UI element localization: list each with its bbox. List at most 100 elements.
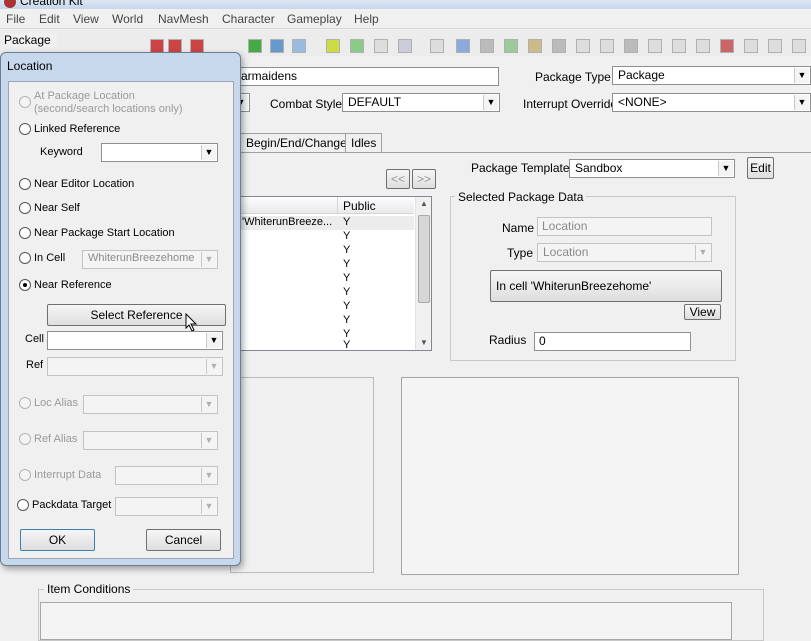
toolbar-icon[interactable] bbox=[528, 39, 542, 53]
menu-file[interactable]: File bbox=[6, 12, 25, 26]
chevron-down-icon[interactable]: ▼ bbox=[695, 245, 710, 260]
scroll-up-icon[interactable]: ▲ bbox=[420, 199, 428, 208]
table-row[interactable]: Y bbox=[237, 230, 414, 244]
nav-prev-button[interactable]: << bbox=[386, 169, 410, 189]
toolbar-icon[interactable] bbox=[374, 39, 388, 53]
chevron-down-icon[interactable]: ▼ bbox=[794, 95, 809, 110]
toolbar-icon[interactable] bbox=[576, 39, 590, 53]
menu-help[interactable]: Help bbox=[354, 12, 379, 26]
table-row[interactable]: Y bbox=[237, 258, 414, 272]
list-header-name[interactable] bbox=[237, 197, 338, 214]
radio-near-reference[interactable] bbox=[19, 279, 31, 291]
toolbar-icon[interactable] bbox=[270, 39, 284, 53]
location-button[interactable]: In cell 'WhiterunBreezehome' bbox=[490, 270, 722, 302]
chevron-down-icon[interactable]: ▼ bbox=[201, 468, 216, 483]
cancel-button[interactable]: Cancel bbox=[146, 529, 221, 551]
toolbar-icon[interactable] bbox=[720, 39, 734, 53]
list-scrollbar[interactable]: ▲ ▼ bbox=[415, 197, 431, 350]
radio-ref-alias[interactable] bbox=[19, 433, 31, 445]
chevron-down-icon[interactable]: ▼ bbox=[206, 359, 221, 374]
menu-navmesh[interactable]: NavMesh bbox=[158, 12, 209, 26]
toolbar-icon[interactable] bbox=[326, 39, 340, 53]
loc-alias-select[interactable]: ▼ bbox=[83, 395, 218, 414]
toolbar-icon[interactable] bbox=[744, 39, 758, 53]
menu-character[interactable]: Character bbox=[222, 12, 275, 26]
table-row[interactable]: Y bbox=[237, 272, 414, 286]
table-row[interactable]: Y bbox=[237, 339, 414, 349]
chevron-down-icon[interactable]: ▼ bbox=[718, 161, 733, 176]
toolbar-icon[interactable] bbox=[696, 39, 710, 53]
radio-interrupt-data[interactable] bbox=[19, 469, 31, 481]
nav-next-button[interactable]: >> bbox=[412, 169, 436, 189]
in-cell-select[interactable]: WhiterunBreezehome ▼ bbox=[82, 250, 218, 269]
toolbar-icon[interactable] bbox=[768, 39, 782, 53]
toolbar-icon[interactable] bbox=[504, 39, 518, 53]
view-button[interactable]: View bbox=[684, 304, 721, 320]
toolbar-icon[interactable] bbox=[648, 39, 662, 53]
toolbar-icon[interactable] bbox=[150, 39, 164, 53]
edit-button[interactable]: Edit bbox=[747, 157, 774, 179]
toolbar-icon[interactable] bbox=[624, 39, 638, 53]
toolbar-icon[interactable] bbox=[456, 39, 470, 53]
tab-begin-end-change[interactable]: Begin/End/Change bbox=[240, 133, 353, 152]
toolbar-icon[interactable] bbox=[552, 39, 566, 53]
ref-select[interactable]: ▼ bbox=[47, 357, 223, 376]
toolbar-icon[interactable] bbox=[168, 39, 182, 53]
toolbar-icon[interactable] bbox=[600, 39, 614, 53]
package-data-list[interactable]: Public 'WhiterunBreeze... Y Y Y Y Y Y Y Y… bbox=[236, 196, 432, 351]
radio-near-self[interactable] bbox=[19, 202, 31, 214]
chevron-down-icon[interactable]: ▼ bbox=[201, 433, 216, 448]
chevron-down-icon[interactable]: ▼ bbox=[201, 499, 216, 514]
chevron-down-icon[interactable]: ▼ bbox=[206, 333, 221, 348]
radio-loc-alias[interactable] bbox=[19, 397, 31, 409]
chevron-down-icon[interactable]: ▼ bbox=[794, 68, 809, 83]
chevron-down-icon[interactable]: ▼ bbox=[201, 145, 216, 160]
ref-alias-select[interactable]: ▼ bbox=[83, 431, 218, 450]
toolbar-icon[interactable] bbox=[248, 39, 262, 53]
menu-view[interactable]: View bbox=[73, 12, 99, 26]
table-row[interactable]: Y bbox=[237, 286, 414, 300]
interrupt-data-select[interactable]: ▼ bbox=[115, 466, 218, 485]
data-name-field[interactable]: Location bbox=[537, 217, 712, 236]
combat-style-select[interactable]: DEFAULT ▼ bbox=[342, 93, 500, 112]
toolbar-icon[interactable] bbox=[480, 39, 494, 53]
radio-near-editor-location[interactable] bbox=[19, 178, 31, 190]
package-type-select[interactable]: Package ▼ bbox=[612, 66, 811, 85]
packdata-target-select[interactable]: ▼ bbox=[115, 497, 218, 516]
menu-edit[interactable]: Edit bbox=[39, 12, 60, 26]
chevron-down-icon[interactable]: ▼ bbox=[201, 252, 216, 267]
toolbar-icon[interactable] bbox=[430, 39, 444, 53]
cell-select[interactable]: ▼ bbox=[47, 331, 223, 350]
radio-packdata-target[interactable] bbox=[17, 499, 29, 511]
toolbar-icon[interactable] bbox=[350, 39, 364, 53]
radio-at-package-location[interactable] bbox=[19, 96, 31, 108]
radio-linked-reference[interactable] bbox=[19, 123, 31, 135]
chevron-down-icon[interactable]: ▼ bbox=[201, 397, 216, 412]
toolbar-icon[interactable] bbox=[672, 39, 686, 53]
radio-in-cell[interactable] bbox=[19, 252, 31, 264]
menu-gameplay[interactable]: Gameplay bbox=[287, 12, 342, 26]
data-type-select[interactable]: Location ▼ bbox=[537, 243, 712, 262]
toolbar-icon[interactable] bbox=[792, 39, 806, 53]
chevron-down-icon[interactable]: ▼ bbox=[483, 95, 498, 110]
package-id-field[interactable]: armaidens bbox=[236, 67, 499, 86]
toolbar-icon[interactable] bbox=[190, 39, 204, 53]
table-row[interactable]: Y bbox=[237, 300, 414, 314]
table-row[interactable]: Y bbox=[237, 314, 414, 328]
table-row[interactable]: 'WhiterunBreeze... Y bbox=[237, 216, 414, 230]
menu-world[interactable]: World bbox=[112, 12, 143, 26]
radius-field[interactable]: 0 bbox=[534, 332, 691, 351]
table-row[interactable]: Y bbox=[237, 244, 414, 258]
package-template-select[interactable]: Sandbox ▼ bbox=[569, 159, 735, 178]
toolbar-icon[interactable] bbox=[398, 39, 412, 53]
keyword-select[interactable]: ▼ bbox=[101, 143, 218, 162]
interrupt-override-select[interactable]: <NONE> ▼ bbox=[612, 93, 811, 112]
scroll-down-icon[interactable]: ▼ bbox=[420, 338, 428, 347]
toolbar-icon[interactable] bbox=[292, 39, 306, 53]
list-header-public[interactable]: Public bbox=[343, 199, 376, 213]
scrollbar-thumb[interactable] bbox=[418, 215, 430, 303]
tab-idles[interactable]: Idles bbox=[345, 133, 383, 152]
select-reference-button[interactable]: Select Reference bbox=[47, 304, 226, 326]
ok-button[interactable]: OK bbox=[20, 529, 95, 551]
radio-near-package-start[interactable] bbox=[19, 227, 31, 239]
